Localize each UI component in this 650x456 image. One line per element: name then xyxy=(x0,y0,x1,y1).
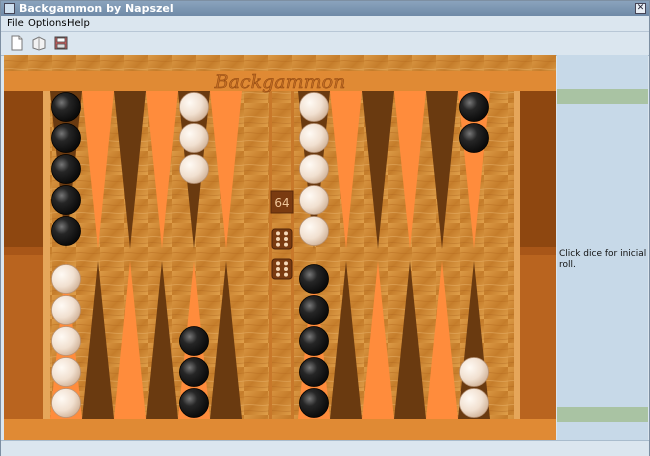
white-checker[interactable] xyxy=(179,123,209,153)
board-title: Backgammon xyxy=(214,71,346,93)
window-title: Backgammon by Napszel xyxy=(19,2,174,15)
die-pip xyxy=(284,242,288,247)
save-icon[interactable] xyxy=(53,35,69,51)
title-bar: Backgammon by Napszel ✕ xyxy=(1,1,649,16)
status-message: Click dice for inicial roll. xyxy=(559,249,647,270)
info-panel: Click dice for inicial roll. xyxy=(557,55,648,440)
die-pip xyxy=(276,272,280,277)
white-checker[interactable] xyxy=(299,216,329,246)
black-checker[interactable] xyxy=(299,326,329,356)
white-checker[interactable] xyxy=(51,264,81,294)
black-checker[interactable] xyxy=(179,388,209,418)
white-checker[interactable] xyxy=(299,92,329,122)
black-checker[interactable] xyxy=(51,92,81,122)
white-checker[interactable] xyxy=(179,154,209,184)
new-game-icon[interactable] xyxy=(9,35,25,51)
die[interactable] xyxy=(271,258,293,280)
app-icon xyxy=(4,3,15,14)
menu-options[interactable]: Options xyxy=(28,16,67,31)
white-checker[interactable] xyxy=(51,326,81,356)
die-pip xyxy=(284,261,288,266)
black-checker[interactable] xyxy=(459,123,489,153)
menu-bar: File Options Help xyxy=(1,16,649,32)
board[interactable]: Backgammon 64 xyxy=(4,55,556,440)
die[interactable] xyxy=(271,228,293,250)
white-checker[interactable] xyxy=(51,357,81,387)
white-checker[interactable] xyxy=(299,154,329,184)
white-checker[interactable] xyxy=(459,388,489,418)
bottom-frame xyxy=(4,419,556,440)
game-area: Backgammon 64 xyxy=(4,55,556,440)
app-window: Backgammon by Napszel ✕ File Options Hel… xyxy=(0,0,650,456)
black-checker[interactable] xyxy=(299,357,329,387)
black-checker[interactable] xyxy=(299,388,329,418)
open-icon[interactable] xyxy=(31,35,47,51)
black-checker[interactable] xyxy=(179,326,209,356)
toolbar xyxy=(1,32,649,56)
die-pip xyxy=(276,231,280,236)
black-checker[interactable] xyxy=(51,123,81,153)
doubling-cube-value: 64 xyxy=(274,196,289,210)
white-checker[interactable] xyxy=(51,388,81,418)
die-pip xyxy=(284,272,288,277)
black-checker[interactable] xyxy=(459,92,489,122)
white-checker[interactable] xyxy=(299,185,329,215)
black-checker[interactable] xyxy=(51,185,81,215)
player-bar-top xyxy=(557,89,648,104)
white-checker[interactable] xyxy=(51,295,81,325)
die-pip xyxy=(276,261,280,266)
black-checker[interactable] xyxy=(299,264,329,294)
die-pip xyxy=(284,267,288,271)
menu-help[interactable]: Help xyxy=(67,16,90,31)
white-checker[interactable] xyxy=(179,92,209,122)
die-pip xyxy=(284,231,288,236)
die-pip xyxy=(276,267,280,271)
black-checker[interactable] xyxy=(299,295,329,325)
status-bar xyxy=(1,440,649,456)
player-bar-bottom xyxy=(557,407,648,422)
menu-file[interactable]: File xyxy=(7,16,24,31)
black-checker[interactable] xyxy=(51,216,81,246)
die-pip xyxy=(276,237,280,241)
white-checker[interactable] xyxy=(299,123,329,153)
black-checker[interactable] xyxy=(51,154,81,184)
white-checker[interactable] xyxy=(459,357,489,387)
black-checker[interactable] xyxy=(179,357,209,387)
die-pip xyxy=(276,242,280,247)
close-button[interactable]: ✕ xyxy=(635,3,646,14)
die-pip xyxy=(284,237,288,241)
